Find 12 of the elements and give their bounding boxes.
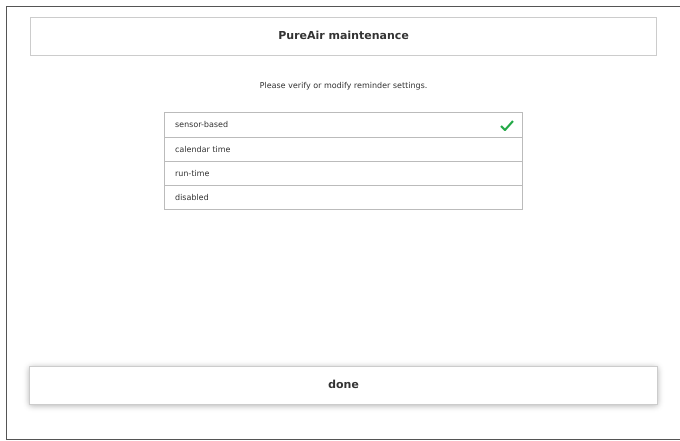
done-button[interactable]: done bbox=[29, 366, 658, 405]
option-label: run-time bbox=[175, 168, 210, 180]
instruction-text: Please verify or modify reminder settings. bbox=[258, 80, 428, 92]
option-row[interactable]: run-time bbox=[165, 161, 522, 185]
option-label: calendar time bbox=[175, 144, 230, 156]
option-row[interactable]: disabled bbox=[165, 185, 522, 209]
option-row[interactable]: calendar time bbox=[165, 137, 522, 161]
option-row[interactable]: sensor-based bbox=[165, 113, 522, 137]
option-label: disabled bbox=[175, 192, 209, 204]
window-title: PureAir maintenance bbox=[278, 28, 409, 44]
checkmark-icon bbox=[500, 120, 514, 130]
option-label: sensor-based bbox=[175, 119, 228, 131]
